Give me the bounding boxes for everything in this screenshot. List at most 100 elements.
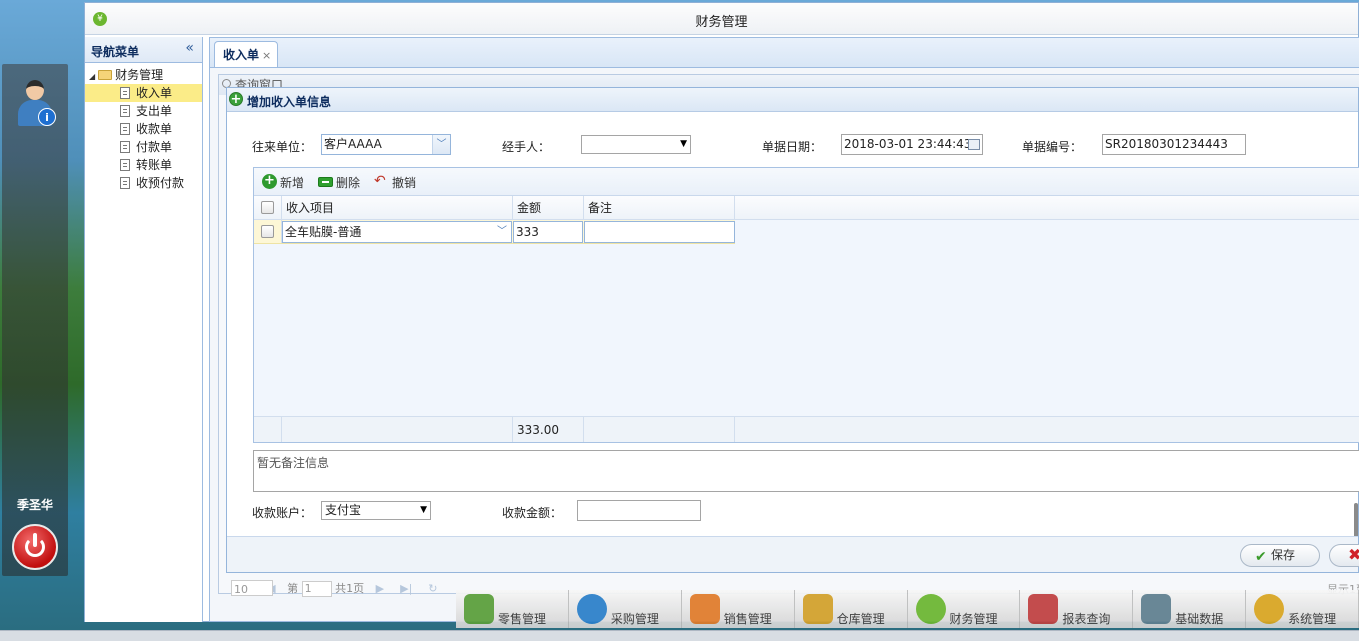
- date-input[interactable]: 2018-03-01 23:44:43: [841, 134, 983, 155]
- row-checkbox[interactable]: [261, 225, 274, 238]
- nav-item-advance[interactable]: 收预付款: [85, 174, 202, 192]
- calendar-icon[interactable]: [968, 139, 980, 150]
- add-income-dialog: + 增加收入单信息 往来单位： 客户AAAA ﹀ 经手人： ▼ 单据日期： 20…: [226, 87, 1359, 573]
- document-icon: [120, 177, 130, 189]
- delete-label: 删除: [336, 176, 361, 190]
- partner-value: 客户AAAA: [324, 137, 382, 151]
- last-page-icon[interactable]: ▶|: [400, 582, 412, 595]
- handler-select[interactable]: ▼: [581, 135, 691, 154]
- nav-item-expense[interactable]: 支出单: [85, 102, 202, 120]
- save-label: 保存: [1271, 548, 1296, 562]
- note-cell-input[interactable]: [584, 221, 735, 243]
- account-select[interactable]: 支付宝 ▼: [321, 501, 431, 520]
- sale-tag-icon: [689, 594, 720, 624]
- remark-textarea[interactable]: 暂无备注信息: [253, 450, 1359, 492]
- tree-root-label: 财务管理: [115, 68, 164, 82]
- table-row[interactable]: 全车贴膜-普通 ﹀ 333: [254, 220, 735, 244]
- dialog-header: + 增加收入单信息: [227, 88, 1358, 112]
- module-label: 销售管理: [723, 612, 772, 626]
- module-warehouse[interactable]: 仓库管理: [794, 590, 908, 628]
- module-label: 仓库管理: [836, 612, 885, 626]
- module-finance[interactable]: 财务管理: [907, 590, 1021, 628]
- item-combo[interactable]: 全车贴膜-普通 ﹀: [282, 221, 512, 243]
- os-taskbar: [0, 630, 1359, 641]
- module-label: 采购管理: [610, 612, 659, 626]
- nav-item-label: 支出单: [136, 104, 173, 118]
- save-button[interactable]: ✔ 保存: [1240, 544, 1320, 567]
- amount-input[interactable]: [577, 500, 701, 521]
- module-label: 财务管理: [949, 612, 998, 626]
- nav-item-label: 付款单: [136, 140, 173, 154]
- module-taskbar: 零售管理 采购管理 销售管理 仓库管理 财务管理 报表查询 基础数据 系统管理: [456, 590, 1359, 628]
- page-size-select[interactable]: 10: [231, 580, 273, 596]
- module-retail[interactable]: 零售管理: [456, 590, 569, 628]
- close-icon[interactable]: ×: [262, 49, 271, 62]
- col-note[interactable]: 备注: [584, 196, 735, 219]
- cancel-button[interactable]: ✖: [1329, 544, 1359, 567]
- next-page-icon[interactable]: ▶: [376, 582, 384, 595]
- document-icon: [120, 105, 130, 117]
- nav-item-label: 收款单: [136, 122, 173, 136]
- income-grid: + 新增 删除 ↶ 撤销 收入项目 金额 备注 全车贴膜-普通 ﹀ 333 333.0…: [253, 167, 1359, 443]
- handler-label: 经手人：: [502, 140, 551, 154]
- dropdown-arrow-icon: ▼: [420, 505, 427, 515]
- user-name: 季圣华: [16, 498, 53, 512]
- amount-cell-input[interactable]: 333: [513, 221, 583, 243]
- col-amount[interactable]: 金额: [513, 196, 584, 219]
- footer-total: 333.00: [513, 417, 584, 442]
- chevron-down-icon[interactable]: ﹀: [493, 222, 511, 242]
- plus-icon: +: [262, 174, 277, 189]
- module-system[interactable]: 系统管理: [1246, 590, 1359, 628]
- expand-arrow-icon[interactable]: ◢: [89, 72, 95, 81]
- nav-item-transfer[interactable]: 转账单: [85, 156, 202, 174]
- collapse-icon[interactable]: «: [185, 40, 194, 56]
- module-purchase[interactable]: 采购管理: [568, 590, 682, 628]
- module-basic-data[interactable]: 基础数据: [1133, 590, 1247, 628]
- footer-blank: [584, 417, 735, 442]
- col-item[interactable]: 收入项目: [282, 196, 513, 219]
- row-checkbox-cell: [254, 220, 282, 243]
- page-prefix: 第: [287, 582, 299, 595]
- nav-item-payment[interactable]: 付款单: [85, 138, 202, 156]
- tab-income[interactable]: 收入单 ×: [214, 41, 278, 68]
- nav-item-label: 收预付款: [136, 176, 185, 190]
- module-label: 零售管理: [498, 612, 547, 626]
- nav-item-income[interactable]: 收入单: [85, 84, 202, 102]
- footer-blank: [282, 417, 513, 442]
- dropdown-arrow-icon: ▼: [680, 139, 687, 149]
- number-label: 单据编号：: [1022, 140, 1083, 154]
- undo-button[interactable]: ↶ 撤销: [374, 174, 416, 191]
- minus-icon: [318, 177, 333, 187]
- document-icon: [120, 123, 130, 135]
- chevron-down-icon[interactable]: ﹀: [432, 135, 450, 154]
- yen-icon: [915, 594, 946, 624]
- delete-row-button[interactable]: 删除: [318, 174, 360, 191]
- add-row-button[interactable]: + 新增: [262, 174, 304, 191]
- page-input[interactable]: 1: [301, 581, 332, 597]
- account-value: 支付宝: [325, 503, 362, 517]
- account-label: 收款账户：: [252, 506, 313, 520]
- power-icon[interactable]: [12, 524, 58, 570]
- user-panel: i 季圣华: [2, 64, 68, 576]
- module-reports[interactable]: 报表查询: [1020, 590, 1134, 628]
- module-sales[interactable]: 销售管理: [681, 590, 795, 628]
- module-label: 系统管理: [1288, 612, 1337, 626]
- partner-combo[interactable]: 客户AAAA ﹀: [321, 134, 451, 155]
- date-value: 2018-03-01 23:44:43: [844, 137, 972, 151]
- tree-root[interactable]: ◢ 财务管理: [85, 66, 202, 84]
- refresh-icon[interactable]: ↻: [428, 582, 437, 595]
- desktop-side: i 季圣华: [0, 0, 84, 641]
- undo-label: 撤销: [392, 176, 417, 190]
- select-all-checkbox[interactable]: [261, 201, 274, 214]
- module-label: 基础数据: [1175, 612, 1224, 626]
- number-input[interactable]: SR20180301234443: [1102, 134, 1246, 155]
- amount-label: 收款金额：: [502, 506, 563, 520]
- nav-item-receipt[interactable]: 收款单: [85, 120, 202, 138]
- nav-header: 导航菜单 «: [85, 37, 202, 63]
- gears-icon: [1254, 594, 1285, 624]
- pager: 10 |◀◀ 第 1 共1页 ▶▶|↻: [231, 580, 446, 600]
- tab-strip: 收入单 ×: [209, 37, 1359, 68]
- nav-item-label: 收入单: [136, 86, 173, 100]
- grid-footer: 333.00: [254, 416, 1359, 442]
- boxes-icon: [802, 594, 833, 624]
